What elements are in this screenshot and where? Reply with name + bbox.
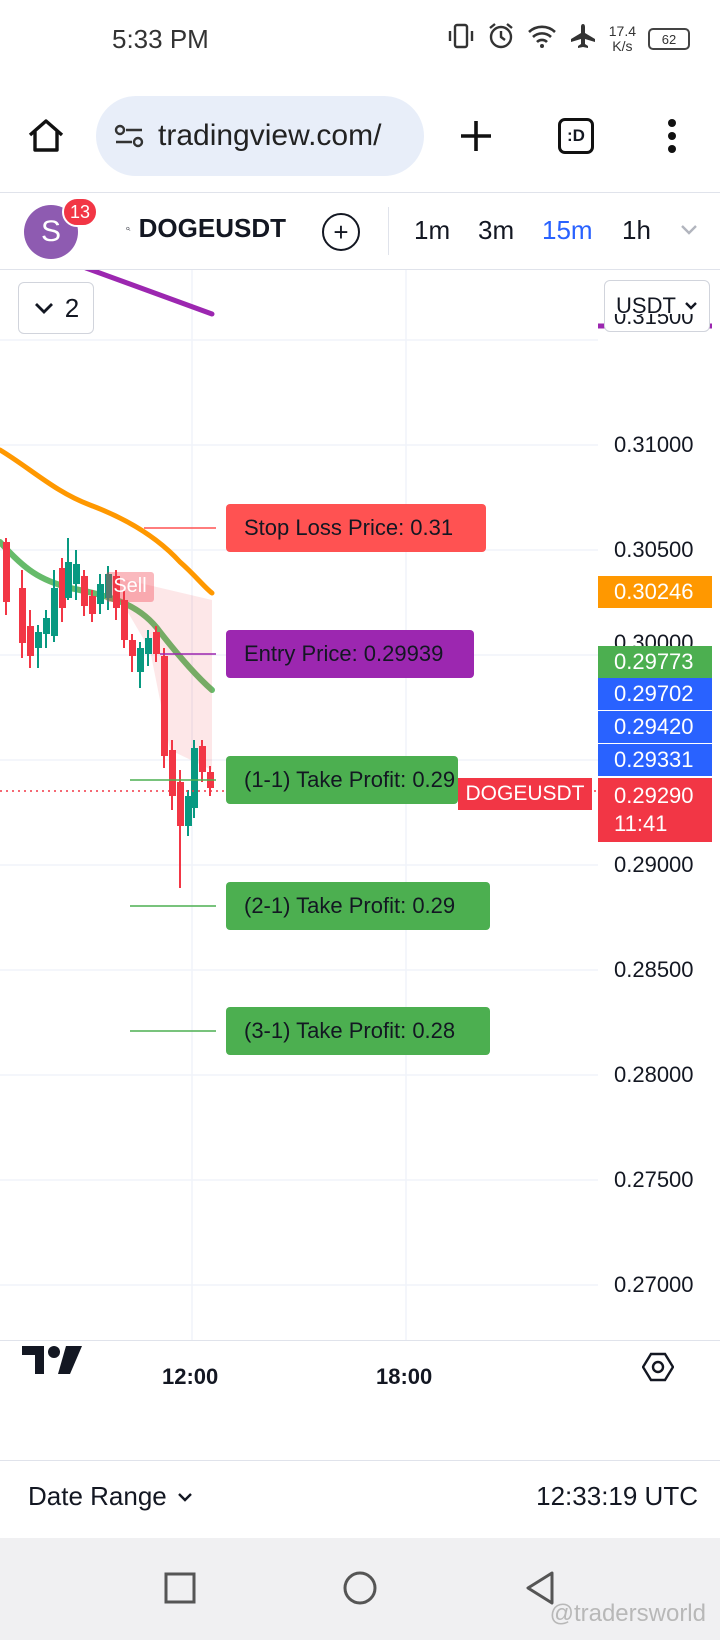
chart-toolbar: S 13 DOGEUSDT + 1m 3m 15m 1h: [0, 192, 720, 270]
net-speed: 17.4 K/s: [608, 23, 636, 54]
stop-loss-label[interactable]: Stop Loss Price: 0.31: [226, 504, 486, 552]
home-icon: [28, 119, 64, 152]
axis-tick: 0.28000: [614, 1062, 694, 1087]
menu-button[interactable]: [644, 108, 700, 164]
axis-tick: 0.27500: [614, 1167, 694, 1192]
utc-clock[interactable]: 12:33:19 UTC: [536, 1481, 698, 1512]
alarm-icon: [487, 22, 515, 56]
interval-15m[interactable]: 15m: [542, 215, 593, 246]
compare-symbol-button[interactable]: +: [322, 213, 360, 251]
current-price-tag: 0.29290 11:41: [598, 778, 712, 842]
interval-1m[interactable]: 1m: [414, 215, 450, 246]
take-profit-3-label[interactable]: (3-1) Take Profit: 0.28: [226, 1007, 490, 1055]
chart-canvas[interactable]: Sell: [0, 270, 720, 1460]
chevron-down-icon: [685, 302, 697, 310]
time-axis-divider: [0, 1340, 720, 1341]
vibrate-icon: [447, 23, 475, 55]
watermark: @tradersworld: [549, 1600, 706, 1627]
status-icons: 17.4 K/s 62: [447, 22, 690, 56]
chart-settings-icon[interactable]: [642, 1352, 674, 1382]
chevron-down-icon[interactable]: [680, 223, 698, 237]
sell-signal-label: Sell: [113, 575, 146, 597]
tab-count: :D: [558, 118, 594, 154]
chevron-down-icon: [34, 303, 53, 314]
axis-tick: 0.30500: [614, 537, 694, 562]
chevron-down-icon: [177, 1492, 192, 1502]
status-bar: 5:33 PM 17.4 K/s 62: [0, 0, 720, 82]
status-time: 5:33 PM: [112, 24, 209, 54]
address-bar[interactable]: tradingview.com/: [96, 96, 424, 176]
plus-icon: [461, 121, 491, 151]
take-profit-2-label[interactable]: (2-1) Take Profit: 0.29: [226, 882, 490, 930]
time-tick: 18:00: [376, 1364, 433, 1389]
recents-icon[interactable]: [164, 1572, 196, 1604]
home-button[interactable]: [18, 108, 74, 164]
battery-icon: 62: [648, 28, 690, 50]
price-tag-orange-ma: 0.30246: [598, 576, 712, 608]
price-chart[interactable]: Sell 2 USDT 0.31500 0.31000 0.30500 0.30…: [0, 270, 720, 1460]
axis-tick: 0.28500: [614, 957, 694, 982]
notification-badge: 13: [62, 197, 98, 227]
entry-price-label[interactable]: Entry Price: 0.29939: [226, 630, 474, 678]
tradingview-logo-icon[interactable]: [22, 1344, 84, 1376]
symbol-text: DOGEUSDT: [138, 213, 286, 243]
axis-tick: 0.29000: [614, 852, 694, 877]
chart-bottom-bar: Date Range 12:33:19 UTC: [0, 1460, 720, 1538]
tab-switcher-button[interactable]: :D: [548, 108, 604, 164]
interval-1h[interactable]: 1h: [622, 215, 651, 246]
browser-bar: tradingview.com/ :D: [0, 82, 720, 192]
axis-tick: 0.31000: [614, 432, 694, 457]
moving-average-purple: [84, 270, 215, 317]
price-tag-blue-1: 0.29702: [598, 678, 712, 710]
android-nav-bar: @tradersworld: [0, 1538, 720, 1640]
take-profit-1-label[interactable]: (1-1) Take Profit: 0.29: [226, 756, 458, 804]
search-icon: [126, 226, 131, 231]
more-vertical-icon: [668, 119, 676, 153]
axis-tick: 0.27000: [614, 1272, 694, 1297]
price-tag-blue-2: 0.29420: [598, 711, 712, 743]
url-text: tradingview.com/: [158, 119, 382, 152]
price-tag-green-ma: 0.29773: [598, 646, 712, 678]
current-price-value: 0.29290: [614, 783, 694, 808]
interval-3m[interactable]: 3m: [478, 215, 514, 246]
axis-tick: 0.31500: [614, 314, 694, 329]
date-range-label: Date Range: [28, 1481, 167, 1511]
home-nav-icon[interactable]: [342, 1570, 378, 1606]
price-tag-blue-3: 0.29331: [598, 744, 712, 776]
wifi-icon: [527, 24, 557, 54]
bar-countdown: 11:41: [614, 811, 668, 836]
time-tick: 12:00: [162, 1364, 219, 1389]
toolbar-divider: [388, 207, 389, 255]
plus-icon: +: [333, 217, 349, 247]
date-range-button[interactable]: Date Range: [28, 1481, 193, 1512]
symbol-price-label: DOGEUSDT: [458, 778, 592, 810]
site-settings-icon: [114, 124, 144, 148]
symbol-search[interactable]: DOGEUSDT: [126, 213, 286, 244]
indicator-count: 2: [64, 292, 80, 323]
new-tab-button[interactable]: [448, 108, 504, 164]
airplane-icon: [569, 22, 597, 56]
indicators-collapse-button[interactable]: 2: [18, 282, 94, 334]
